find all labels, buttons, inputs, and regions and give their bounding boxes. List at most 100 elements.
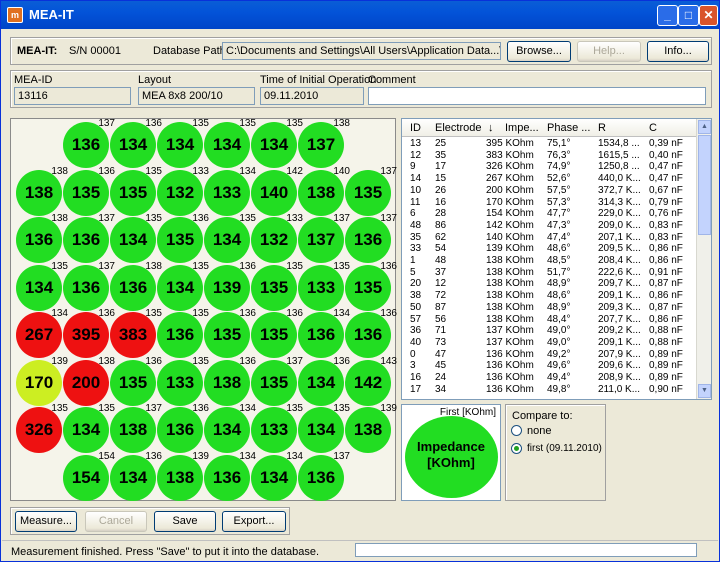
electrode[interactable]: 138 140: [298, 166, 350, 216]
db-path-field[interactable]: C:\Documents and Settings\All Users\Appl…: [222, 42, 501, 60]
electrode[interactable]: 134 135: [63, 403, 115, 453]
electrode[interactable]: 137 138: [298, 118, 350, 168]
table-row[interactable]: 57 56 138 KOhm 48,4° 207,7 K... 0,86 nF: [402, 314, 698, 325]
time-field[interactable]: 09.11.2010: [260, 87, 364, 105]
electrode[interactable]: 395 136: [63, 308, 115, 358]
save-button[interactable]: Save: [154, 511, 216, 532]
electrode[interactable]: 135 136: [63, 166, 115, 216]
col-electrode[interactable]: Electrode: [435, 122, 481, 134]
help-button[interactable]: Help...: [577, 41, 641, 62]
electrode[interactable]: 138 139: [157, 451, 209, 501]
table-row[interactable]: 40 73 137 KOhm 49,0° 209,1 K... 0,88 nF: [402, 337, 698, 348]
sort-down-icon[interactable]: ↓: [488, 122, 494, 134]
electrode[interactable]: 136 136: [157, 403, 209, 453]
electrode[interactable]: 136 137: [63, 213, 115, 263]
col-phase[interactable]: Phase ...: [547, 122, 590, 134]
electrode[interactable]: 135 136: [110, 356, 162, 406]
electrode[interactable]: 136 134: [298, 308, 350, 358]
electrode[interactable]: 134 134: [204, 403, 256, 453]
electrode[interactable]: 136 135: [157, 308, 209, 358]
table-row[interactable]: 16 24 136 KOhm 49,4° 208,9 K... 0,89 nF: [402, 373, 698, 383]
radio-none-label[interactable]: none: [527, 425, 551, 437]
electrode[interactable]: 134 135: [157, 261, 209, 311]
electrode[interactable]: 139 136: [204, 261, 256, 311]
electrode[interactable]: 136 136: [345, 308, 397, 358]
electrode[interactable]: 134 136: [298, 356, 350, 406]
table-scrollbar[interactable]: ▲ ▼: [696, 119, 711, 399]
table-row[interactable]: 17 34 136 KOhm 49,8° 211,0 K... 0,90 nF: [402, 384, 698, 395]
electrode[interactable]: 134 135: [204, 118, 256, 168]
table-row[interactable]: 33 54 139 KOhm 48,6° 209,5 K... 0,86 nF: [402, 244, 698, 254]
electrode[interactable]: 154 154: [63, 451, 115, 501]
table-row[interactable]: 35 62 140 KOhm 47,4° 207,1 K... 0,83 nF: [402, 232, 698, 243]
close-icon[interactable]: ✕: [699, 5, 718, 26]
table-row[interactable]: 14 15 267 KOhm 52,6° 440,0 K... 0,47 nF: [402, 174, 698, 184]
electrode[interactable]: 134 135: [298, 403, 350, 453]
scroll-thumb[interactable]: [698, 135, 711, 235]
electrode[interactable]: 132 133: [251, 213, 303, 263]
export-button[interactable]: Export...: [222, 511, 286, 532]
cancel-button[interactable]: Cancel: [85, 511, 147, 532]
electrode[interactable]: 136 138: [110, 261, 162, 311]
electrode[interactable]: 383 135: [110, 308, 162, 358]
electrode[interactable]: 133 134: [204, 166, 256, 216]
electrode[interactable]: 133 135: [157, 356, 209, 406]
maximize-icon[interactable]: □: [678, 5, 699, 26]
info-button[interactable]: Info...: [647, 41, 709, 62]
electrode[interactable]: 137 137: [298, 213, 350, 263]
table-row[interactable]: 12 35 383 KOhm 76,3° 1615,5 ... 0,40 nF: [402, 150, 698, 161]
electrode[interactable]: 135 135: [110, 166, 162, 216]
radio-first-label[interactable]: first (09.11.2010): [527, 443, 602, 454]
table-row[interactable]: 48 86 142 KOhm 47,3° 209,0 K... 0,83 nF: [402, 220, 698, 231]
electrode[interactable]: 136 137: [63, 118, 115, 168]
electrode[interactable]: 134 136: [110, 451, 162, 501]
table-row[interactable]: 3 45 136 KOhm 49,6° 209,6 K... 0,89 nF: [402, 361, 698, 371]
mea-id-field[interactable]: 13116: [14, 87, 131, 105]
electrode[interactable]: 267 134: [16, 308, 68, 358]
electrode[interactable]: 136 137: [63, 261, 115, 311]
measure-button[interactable]: Measure...: [15, 511, 77, 532]
table-row[interactable]: 11 16 170 KOhm 57,3° 314,3 K... 0,79 nF: [402, 197, 698, 208]
electrode[interactable]: 170 139: [16, 356, 68, 406]
table-row[interactable]: 10 26 200 KOhm 57,5° 372,7 K... 0,67 nF: [402, 185, 698, 196]
electrode[interactable]: 136 138: [16, 213, 68, 263]
electrode[interactable]: 134 135: [204, 213, 256, 263]
electrode[interactable]: 136 134: [204, 451, 256, 501]
electrode[interactable]: 326 135: [16, 403, 68, 453]
electrode[interactable]: 138 137: [110, 403, 162, 453]
table-row[interactable]: 9 17 326 KOhm 74,9° 1250,8 ... 0,47 nF: [402, 162, 698, 172]
electrode[interactable]: 138 139: [345, 403, 397, 453]
minimize-icon[interactable]: _: [657, 5, 678, 26]
radio-first[interactable]: [511, 443, 522, 454]
electrode[interactable]: 134 135: [251, 118, 303, 168]
electrode[interactable]: 136 137: [345, 213, 397, 263]
title-bar[interactable]: m MEA-IT _ □ ✕: [1, 1, 719, 29]
browse-button[interactable]: Browse...: [507, 41, 571, 62]
electrode[interactable]: 140 142: [251, 166, 303, 216]
electrode[interactable]: 132 133: [157, 166, 209, 216]
col-impedance[interactable]: Impe...: [505, 122, 539, 134]
col-id[interactable]: ID: [410, 122, 421, 134]
table-row[interactable]: 50 87 138 KOhm 48,9° 209,3 K... 0,87 nF: [402, 302, 698, 313]
scroll-up-icon[interactable]: ▲: [698, 120, 711, 134]
table-row[interactable]: 13 25 395 KOhm 75,1° 1534,8 ... 0,39 nF: [402, 139, 698, 149]
comment-field[interactable]: [368, 87, 706, 105]
electrode[interactable]: 134 135: [157, 118, 209, 168]
electrode[interactable]: 135 136: [345, 261, 397, 311]
electrode[interactable]: 135 136: [251, 308, 303, 358]
electrode[interactable]: 133 135: [298, 261, 350, 311]
scroll-down-icon[interactable]: ▼: [698, 384, 711, 398]
electrode[interactable]: 138 136: [204, 356, 256, 406]
electrode[interactable]: 138 138: [16, 166, 68, 216]
electrode[interactable]: 135 137: [345, 166, 397, 216]
electrode[interactable]: 142 143: [345, 356, 397, 406]
table-row[interactable]: 1 48 138 KOhm 48,5° 208,4 K... 0,86 nF: [402, 256, 698, 266]
radio-none[interactable]: [511, 425, 522, 436]
table-row[interactable]: 36 71 137 KOhm 49,0° 209,2 K... 0,88 nF: [402, 326, 698, 336]
electrode[interactable]: 135 136: [157, 213, 209, 263]
table-row[interactable]: 5 37 138 KOhm 51,7° 222,6 K... 0,91 nF: [402, 267, 698, 278]
table-row[interactable]: 38 72 138 KOhm 48,6° 209,1 K... 0,86 nF: [402, 291, 698, 301]
electrode[interactable]: 134 136: [110, 118, 162, 168]
electrode[interactable]: 136 137: [298, 451, 350, 501]
electrode[interactable]: 200 138: [63, 356, 115, 406]
